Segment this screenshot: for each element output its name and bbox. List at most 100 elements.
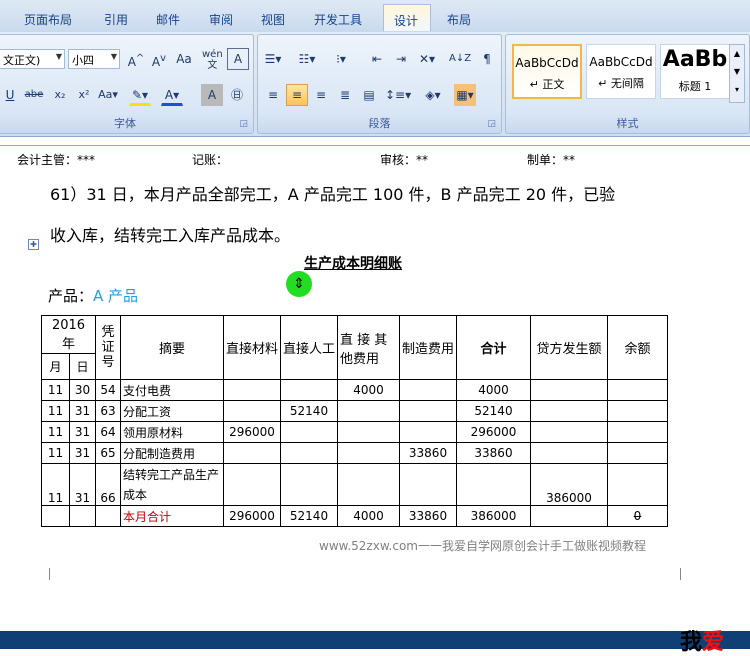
chinese-layout-icon[interactable]: ✕▾ [416,48,438,70]
cell-day: 31 [69,400,96,422]
table-row: 11 31 64 领用原材料 296000 296000 [41,421,668,443]
clear-format-icon[interactable]: Aa [173,48,195,70]
chevron-down-icon: ▼ [110,52,117,61]
tab-mailings[interactable]: 邮件 [156,11,180,28]
ribbon-tab-bar: 页面布局 引用 邮件 审阅 视图 开发工具 设计 布局 [0,0,750,33]
tab-layout[interactable]: 布局 [447,11,471,28]
total-summary: 本月合计 [120,505,224,527]
cell-credit [530,379,608,401]
cell-month: 11 [41,400,70,422]
style-preview: AaBb [662,47,728,72]
subscript-icon[interactable]: x₂ [49,84,71,106]
cell-summary: 支付电费 [120,379,224,401]
grow-font-icon[interactable]: A^ [125,48,147,70]
show-marks-icon[interactable]: ¶ [476,48,498,70]
day-header: 日 [69,353,96,380]
watermark-logo: 我爱 [680,624,724,656]
cell-balance [607,379,668,401]
cell-balance [607,463,668,506]
tab-page-layout[interactable]: 页面布局 [24,11,72,28]
increase-indent-icon[interactable]: ⇥ [390,48,412,70]
underline-icon[interactable]: U [0,84,21,106]
cell-material [223,400,281,422]
overhead-header: 制造费用 [399,315,457,380]
sort-icon[interactable]: A↓Z [448,48,472,70]
table-move-handle-icon[interactable]: ✚ [28,239,39,250]
cell-voucher: 63 [95,400,121,422]
cell-total: 33860 [456,442,531,464]
total-credit [530,505,608,527]
style-normal[interactable]: AaBbCcDd ↵ 正文 [512,44,582,99]
cell-month: 11 [41,442,70,464]
font-name-combo[interactable]: 文正文) ▼ [0,49,65,69]
chevron-down-icon: ▼ [55,52,62,61]
style-heading-1[interactable]: AaBb 标题 1 [660,44,730,99]
summary-header: 摘要 [120,315,224,380]
bullets-icon[interactable]: ☰▾ [262,48,284,70]
paragraph-line-1: 61）31 日，本月产品全部完工，A 产品完工 100 件，B 产品完工 20 … [50,185,616,204]
justify-icon[interactable]: ≣ [334,84,356,106]
supervisor-label: 会计主管：*** [17,153,96,167]
distribute-icon[interactable]: ▤ [358,84,380,106]
change-case-icon[interactable]: Aa▾ [97,84,119,106]
reviewer-label: 审核：** [380,153,429,167]
month-header: 月 [41,353,70,380]
total-material: 296000 [223,505,281,527]
enclose-char-icon[interactable]: ㊐ [226,84,248,106]
cell-month: 11 [41,421,70,443]
dialog-launcher-icon[interactable]: ◲ [487,119,496,129]
multilevel-list-icon[interactable]: ⁝▾ [330,48,352,70]
cell-voucher: 65 [95,442,121,464]
total-row: 本月合计 296000 52140 4000 33860 386000 0 [41,505,668,527]
paragraph-line-2: 收入库，结转完工入库产品成本。 [50,226,291,245]
align-center-icon[interactable]: ≡ [286,84,308,106]
voucher-header: 凭证号 [95,315,121,380]
align-left-icon[interactable]: ≡ [262,84,284,106]
ledger-table: 2016 年 凭证号 摘要 直接材料 直接人工 直 接 其他费用 制造费用 合计… [41,315,668,527]
line-spacing-icon[interactable]: ↕≡▾ [384,84,412,106]
char-border-icon[interactable]: A [227,48,249,70]
dialog-launcher-icon[interactable]: ◲ [239,119,248,129]
watermark-char-a: 我 [680,630,703,655]
strikethrough-icon[interactable]: abe [23,84,45,106]
font-group-label: 字体 [114,117,136,130]
cell-overhead [399,400,457,422]
font-size-combo[interactable]: 小四 ▼ [68,49,120,69]
cell-total: 4000 [456,379,531,401]
tab-view[interactable]: 视图 [261,11,285,28]
font-name-value: 文正文) [3,54,41,67]
align-right-icon[interactable]: ≡ [310,84,332,106]
cell-overhead: 33860 [399,442,457,464]
styles-group-label: 样式 [616,117,639,130]
font-color-icon[interactable]: A▾ [161,84,183,106]
tab-references[interactable]: 引用 [104,11,128,28]
highlight-icon[interactable]: ✎▾ [129,84,151,106]
balance-header: 余额 [607,315,668,380]
borders-icon[interactable]: ▦▾ [454,84,476,106]
font-size-value: 小四 [72,54,94,67]
cell-voucher: 66 [95,463,121,506]
ribbon: 文正文) ▼ 小四 ▼ A^ Av Aa wén 文 A U abe x₂ x² … [0,32,750,137]
decrease-indent-icon[interactable]: ⇤ [366,48,388,70]
cell-other [337,463,400,506]
total-month [41,505,70,527]
ruler [0,137,750,146]
style-no-spacing[interactable]: AaBbCcDd ↵ 无间隔 [586,44,656,99]
tab-review[interactable]: 审阅 [209,11,233,28]
numbering-icon[interactable]: ☷▾ [296,48,318,70]
total-overhead: 33860 [399,505,457,527]
tab-developer[interactable]: 开发工具 [314,11,362,28]
cell-voucher: 64 [95,421,121,443]
phonetic-guide-icon[interactable]: wén 文 [201,48,224,71]
char-shading-icon[interactable]: A [201,84,223,106]
superscript-icon[interactable]: x² [73,84,95,106]
cell-day: 30 [69,379,96,401]
style-name: ↵ 无间隔 [598,77,644,90]
shading-icon[interactable]: ◈▾ [422,84,444,106]
year-header: 2016 年 [41,315,96,354]
cell-overhead [399,463,457,506]
shrink-font-icon[interactable]: Av [148,48,170,70]
cell-other: 4000 [337,379,400,401]
tab-design[interactable]: 设计 [383,4,431,31]
styles-scroll[interactable]: ▲ ▼ ▾ [729,44,745,103]
